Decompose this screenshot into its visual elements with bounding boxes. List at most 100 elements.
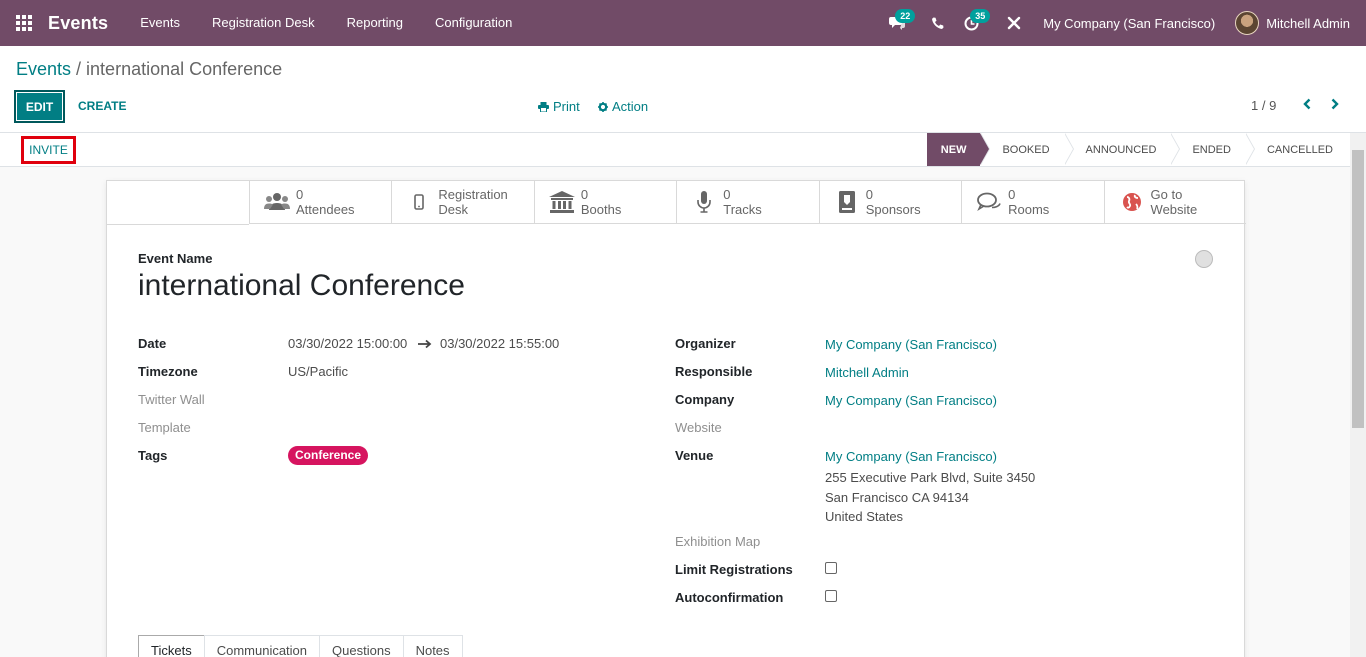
website-line2: Website	[1150, 202, 1198, 217]
sponsors-label: Sponsors	[865, 202, 921, 217]
gear-icon	[598, 101, 608, 112]
stage-booked[interactable]: BOOKED	[980, 133, 1074, 166]
activities-count-badge: 35	[970, 9, 991, 23]
debug-tools[interactable]	[997, 0, 1031, 46]
event-name-label: Event Name	[138, 251, 213, 266]
responsible-label: Responsible	[675, 364, 753, 379]
go-to-website-button[interactable]: Go to Website	[1103, 180, 1246, 224]
tracks-count: 0	[723, 187, 731, 202]
breadcrumb: Events / international Conference	[16, 59, 282, 80]
registration-desk-line1: Registration	[438, 187, 508, 202]
company-field[interactable]: My Company (San Francisco)	[825, 393, 997, 408]
attendees-count: 0	[296, 187, 304, 202]
twitter-wall-label: Twitter Wall	[138, 392, 205, 407]
control-panel: Events / international Conference EDIT C…	[0, 46, 1366, 133]
company-switcher[interactable]: My Company (San Francisco)	[1031, 16, 1235, 31]
sponsors-button[interactable]: 0 Sponsors	[818, 180, 961, 224]
edit-button[interactable]: EDIT	[14, 90, 65, 123]
smart-button-box: 0 Attendees Registration Desk 0 Booths 0…	[249, 180, 1246, 224]
user-menu[interactable]: Mitchell Admin	[1235, 11, 1366, 35]
tab-notes[interactable]: Notes	[402, 635, 463, 657]
tracks-button[interactable]: 0 Tracks	[676, 180, 818, 224]
print-button[interactable]: Print	[538, 99, 580, 114]
print-label: Print	[553, 99, 580, 114]
comments-icon	[974, 192, 1004, 212]
rooms-button[interactable]: 0 Rooms	[961, 180, 1103, 224]
phone-icon	[932, 17, 944, 29]
tab-communication[interactable]: Communication	[203, 635, 321, 657]
create-button[interactable]: CREATE	[78, 99, 126, 113]
venue-field[interactable]: My Company (San Francisco)	[825, 449, 997, 464]
form-statusbar: INVITE NEW BOOKED ANNOUNCED ENDED CANCEL…	[0, 133, 1350, 167]
stage-label: BOOKED	[1002, 143, 1050, 156]
stage-new[interactable]: NEW	[926, 133, 991, 166]
venue-country: United States	[825, 509, 904, 524]
responsible-field[interactable]: Mitchell Admin	[825, 365, 909, 380]
booths-button[interactable]: 0 Booths	[533, 180, 676, 224]
menu-events[interactable]: Events	[124, 0, 196, 46]
date-label: Date	[138, 336, 167, 351]
top-navbar: Events Events Registration Desk Reportin…	[0, 0, 1366, 46]
action-button[interactable]: Action	[598, 99, 648, 114]
microphone-icon	[689, 191, 719, 213]
scrollbar[interactable]	[1350, 133, 1366, 657]
tools-icon	[1008, 16, 1021, 30]
tab-tickets[interactable]: Tickets	[138, 635, 205, 657]
attendees-button[interactable]: 0 Attendees	[249, 180, 391, 224]
breadcrumb-separator: /	[71, 59, 87, 79]
limit-registrations-checkbox[interactable]	[825, 562, 837, 574]
menu-configuration[interactable]: Configuration	[419, 0, 528, 46]
messages-count-badge: 22	[895, 9, 916, 23]
template-label: Template	[138, 420, 191, 435]
website-line1: Go to	[1150, 187, 1183, 202]
stage-ended[interactable]: ENDED	[1170, 133, 1255, 166]
venue-street: 255 Executive Park Blvd, Suite 3450	[825, 470, 1036, 485]
exhibition-map-label: Exhibition Map	[675, 534, 761, 549]
date-begin-field[interactable]: 03/30/2022 15:00:00	[288, 336, 407, 351]
event-name-field[interactable]: international Conference	[138, 269, 465, 303]
kanban-state-indicator[interactable]	[1195, 250, 1213, 268]
attendees-label: Attendees	[296, 202, 355, 217]
app-name[interactable]: Events	[48, 13, 108, 34]
menu-reporting[interactable]: Reporting	[331, 0, 419, 46]
registration-desk-button[interactable]: Registration Desk	[391, 180, 533, 224]
pager-value[interactable]: 1 / 9	[1251, 98, 1276, 113]
stage-label: NEW	[940, 143, 967, 156]
invite-button[interactable]: INVITE	[21, 136, 76, 164]
activities-menu[interactable]: 35	[954, 0, 991, 46]
stage-label: CANCELLED	[1266, 143, 1333, 156]
stage-announced[interactable]: ANNOUNCED	[1063, 133, 1181, 166]
badge-icon	[832, 191, 862, 213]
booths-label: Booths	[580, 202, 622, 217]
tracks-label: Tracks	[723, 202, 762, 217]
pager-previous-button[interactable]	[1300, 97, 1314, 114]
voip-menu[interactable]	[921, 0, 954, 46]
timezone-label: Timezone	[138, 364, 198, 379]
organizer-field[interactable]: My Company (San Francisco)	[825, 337, 997, 352]
menu-registration-desk[interactable]: Registration Desk	[196, 0, 331, 46]
autoconfirmation-checkbox[interactable]	[825, 590, 837, 602]
stage-cancelled[interactable]: CANCELLED	[1244, 133, 1350, 166]
pager-next-button[interactable]	[1328, 97, 1342, 114]
apps-menu-icon[interactable]	[0, 0, 48, 46]
scrollbar-thumb[interactable]	[1352, 150, 1364, 428]
tag-badge[interactable]: Conference	[288, 446, 369, 465]
users-icon	[262, 192, 292, 212]
avatar	[1235, 11, 1260, 35]
action-label: Action	[612, 99, 649, 114]
chevron-left-icon	[1303, 98, 1311, 110]
stage-label: ANNOUNCED	[1085, 143, 1157, 156]
breadcrumb-events-link[interactable]: Events	[16, 59, 71, 79]
globe-icon	[1117, 192, 1147, 212]
stage-pipeline: NEW BOOKED ANNOUNCED ENDED CANCELLED	[926, 133, 1350, 166]
arrow-right-icon	[418, 337, 432, 352]
tab-questions[interactable]: Questions	[319, 635, 404, 657]
date-end-field[interactable]: 03/30/2022 15:55:00	[440, 336, 559, 351]
timezone-field[interactable]: US/Pacific	[288, 364, 348, 379]
rooms-count: 0	[1008, 187, 1016, 202]
messages-menu[interactable]: 22	[879, 0, 916, 46]
website-label: Website	[675, 420, 722, 435]
booths-count: 0	[580, 187, 589, 202]
mobile-icon	[404, 194, 434, 210]
rooms-label: Rooms	[1008, 202, 1050, 217]
